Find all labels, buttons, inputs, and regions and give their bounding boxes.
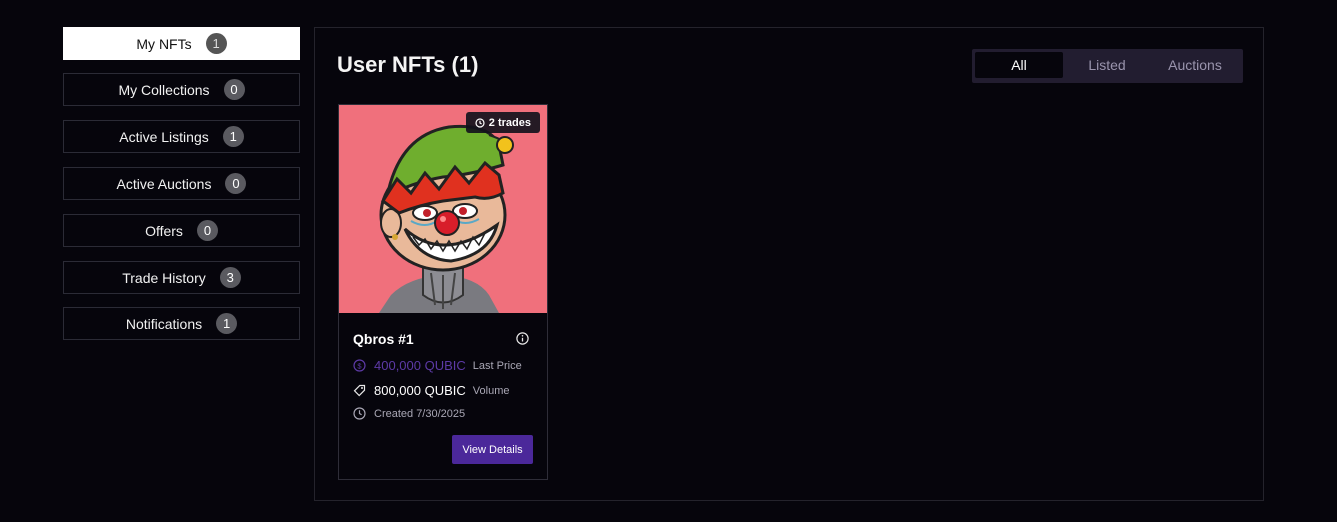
filter-tabs: All Listed Auctions: [972, 49, 1243, 83]
sidebar-item-label: My Collections: [118, 81, 210, 98]
last-price-row: $ 400,000 QUBIC Last Price: [353, 358, 522, 373]
main-panel: User NFTs (1) All Listed Auctions 2 trad…: [314, 27, 1264, 501]
volume-value: 800,000 QUBIC: [374, 383, 466, 398]
sidebar-item-active-auctions[interactable]: Active Auctions 0: [63, 167, 300, 200]
last-price-value: 400,000 QUBIC: [374, 358, 466, 373]
tab-all[interactable]: All: [975, 52, 1063, 78]
nft-artwork: [339, 105, 547, 313]
clock-icon: [353, 407, 366, 420]
history-icon: [475, 117, 485, 128]
page-title: User NFTs (1): [337, 52, 479, 77]
created-date: Created 7/30/2025: [374, 407, 466, 420]
volume-label: Volume: [472, 384, 510, 397]
count-badge: 1: [222, 126, 244, 147]
tab-auctions[interactable]: Auctions: [1151, 52, 1239, 78]
count-badge: 1: [216, 313, 238, 334]
sidebar-item-label: Trade History: [122, 269, 206, 286]
trades-count: 2 trades: [488, 116, 531, 129]
created-row: Created 7/30/2025: [353, 407, 465, 420]
sidebar-item-my-collections[interactable]: My Collections 0: [63, 73, 300, 106]
sidebar-item-trade-history[interactable]: Trade History 3: [63, 261, 300, 294]
info-icon[interactable]: [516, 332, 529, 345]
nft-name: Qbros #1: [353, 331, 414, 347]
sidebar-item-my-nfts[interactable]: My NFTs 1: [63, 27, 300, 60]
tab-listed[interactable]: Listed: [1063, 52, 1151, 78]
sidebar-item-label: My NFTs: [136, 35, 192, 52]
svg-text:$: $: [357, 361, 362, 370]
nft-image[interactable]: 2 trades: [339, 105, 547, 313]
count-badge: 0: [196, 220, 218, 241]
count-badge: 1: [205, 33, 227, 54]
tag-icon: [353, 384, 366, 397]
coin-icon: $: [353, 359, 366, 372]
count-badge: 0: [223, 79, 245, 100]
volume-row: 800,000 QUBIC Volume: [353, 383, 509, 398]
sidebar-item-label: Active Auctions: [116, 175, 212, 192]
sidebar-item-label: Offers: [145, 222, 183, 239]
sidebar-item-label: Active Listings: [119, 128, 209, 145]
trades-badge: 2 trades: [465, 112, 540, 133]
sidebar-item-offers[interactable]: Offers 0: [63, 214, 300, 247]
sidebar-item-active-listings[interactable]: Active Listings 1: [63, 120, 300, 153]
sidebar-item-notifications[interactable]: Notifications 1: [63, 307, 300, 340]
nft-card[interactable]: 2 trades Qbros #1 $ 400,000 QUBIC Last P…: [338, 104, 548, 480]
view-details-button[interactable]: View Details: [452, 435, 533, 464]
count-badge: 3: [219, 267, 241, 288]
count-badge: 0: [225, 173, 247, 194]
sidebar-item-label: Notifications: [125, 315, 203, 332]
last-price-label: Last Price: [472, 359, 522, 372]
